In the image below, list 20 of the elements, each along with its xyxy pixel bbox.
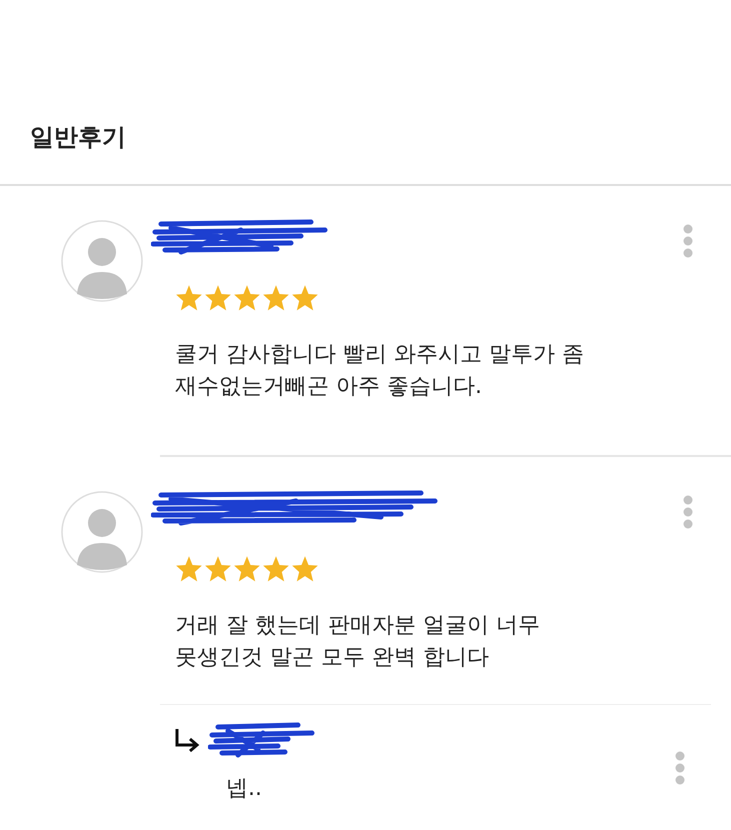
star-icon: [175, 555, 203, 582]
star-icon: [233, 555, 261, 582]
star-icon: [233, 284, 261, 311]
star-icon: [291, 284, 319, 311]
more-options-icon[interactable]: [675, 751, 685, 785]
review-text: 거래 잘 했는데 판매자분 얼굴이 너무 못생긴것 말곤 모두 완벽 합니다: [175, 612, 541, 672]
avatar-icon: [61, 491, 143, 573]
star-icon: [204, 284, 232, 311]
reply-arrow-icon: [174, 728, 200, 752]
star-icon: [262, 284, 290, 311]
star-icon: [175, 284, 203, 311]
avatar-icon: [61, 220, 143, 302]
review-text: 쿨거 감사합니다 빨리 와주시고 말투가 좀 재수없는거빼곤 아주 좋습니다.: [175, 341, 585, 401]
star-icon: [262, 555, 290, 582]
reply-text: 넵..: [226, 775, 263, 803]
section-title: 일반후기: [30, 122, 126, 153]
star-icon: [204, 555, 232, 582]
more-options-icon[interactable]: [683, 495, 693, 529]
more-options-icon[interactable]: [683, 224, 693, 258]
star-icon: [291, 555, 319, 582]
